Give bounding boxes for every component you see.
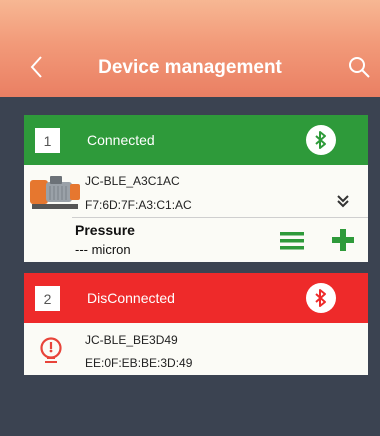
search-icon [349,57,370,78]
device-index: 2 [35,286,60,311]
bluetooth-button[interactable] [306,283,336,313]
vacuum-pump-icon [30,176,80,209]
bluetooth-icon [315,289,326,307]
device-card[interactable]: 1 Connected JC-BLE_A3C1AC F7:6D:7F:A3:C1… [24,115,368,262]
device-status-bar: 1 Connected [24,115,368,165]
gauge-icon [40,337,62,363]
device-name: JC-BLE_BE3D49 [85,333,178,347]
bluetooth-icon [315,131,326,149]
device-mac: F7:6D:7F:A3:C1:AC [85,198,192,212]
app-header: Device management [0,0,380,97]
bluetooth-button[interactable] [306,125,336,155]
menu-icon[interactable] [279,230,305,252]
device-mac: EE:0F:EB:BE:3D:49 [85,356,193,370]
reading-value: --- micron [75,242,131,257]
device-card[interactable]: 2 DisConnected JC-BLE_BE3D49 EE:0F:EB:BE… [24,273,368,375]
chevron-left-icon [30,56,42,78]
add-icon[interactable] [331,228,355,252]
connection-status: Connected [87,132,155,148]
double-chevron-down-icon[interactable] [335,193,351,209]
page-title: Device management [98,57,282,78]
device-info-row[interactable]: JC-BLE_A3C1AC F7:6D:7F:A3:C1:AC [24,165,368,217]
reading-label: Pressure [75,222,135,238]
device-name: JC-BLE_A3C1AC [85,174,180,188]
back-button[interactable] [22,52,52,82]
device-status-bar: 2 DisConnected [24,273,368,323]
reading-row: Pressure --- micron [72,218,368,262]
connection-status: DisConnected [87,290,175,306]
device-info-row[interactable]: JC-BLE_BE3D49 EE:0F:EB:BE:3D:49 [24,323,368,375]
search-button[interactable] [344,52,374,82]
device-index: 1 [35,128,60,153]
